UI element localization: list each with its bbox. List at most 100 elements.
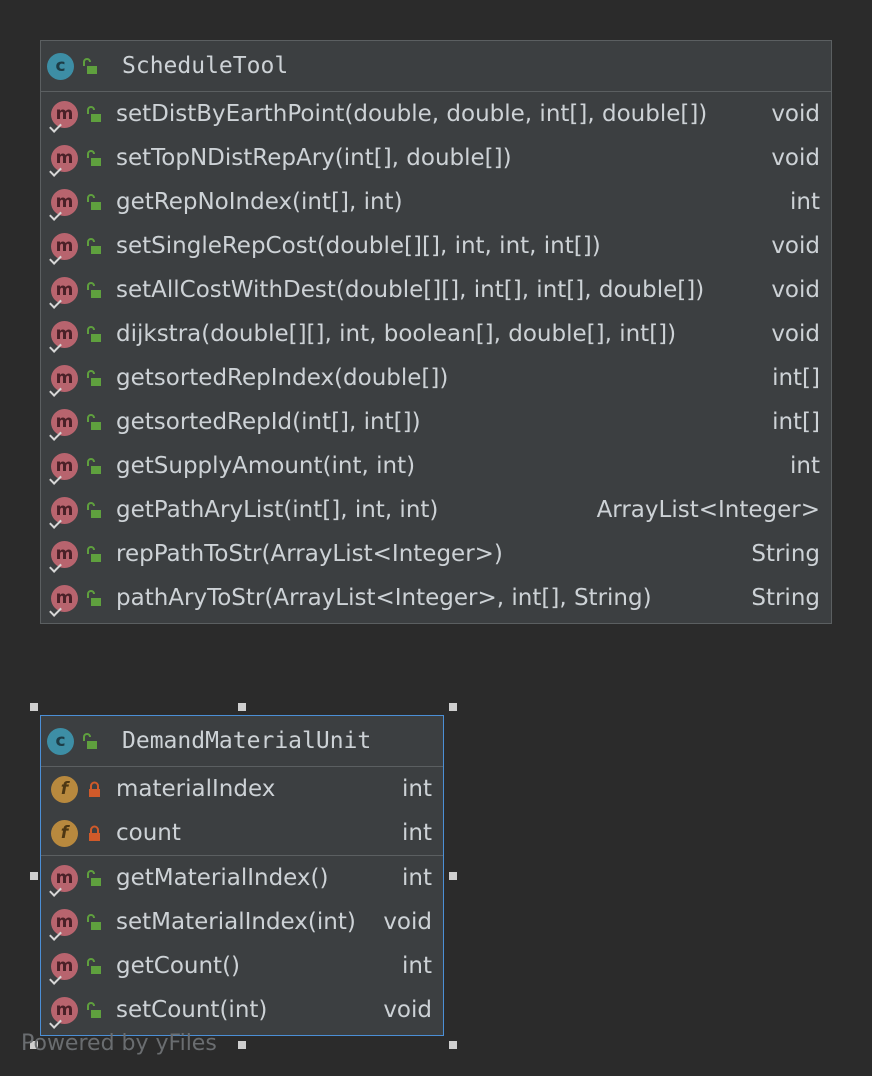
public-lock-icon — [87, 957, 102, 975]
method-icon: m — [49, 276, 78, 309]
method-row[interactable]: m setAllCostWithDest(double[][], int[], i… — [41, 268, 831, 312]
method-icon: m — [49, 320, 78, 353]
method-icon: m — [49, 864, 78, 897]
public-lock-icon — [87, 105, 102, 123]
method-name: pathAryToStr(ArrayList<Integer>, int[], … — [116, 585, 652, 611]
method-icon: m — [49, 144, 78, 177]
method-name: setMaterialIndex(int) — [116, 909, 356, 935]
field-icon: f — [51, 819, 78, 847]
class-header[interactable]: c ScheduleTool — [41, 41, 831, 92]
method-return-type: void — [383, 909, 432, 935]
method-return-type: ArrayList<Integer> — [596, 497, 820, 523]
method-return-type: int — [790, 453, 820, 479]
method-row[interactable]: m setDistByEarthPoint(double, double, int… — [41, 92, 831, 136]
method-row[interactable]: m getCount() int — [41, 944, 443, 988]
resize-handle-top-center[interactable] — [238, 703, 246, 711]
public-lock-icon — [87, 589, 102, 607]
class-icon: c — [47, 727, 74, 755]
class-title: ScheduleTool — [122, 53, 289, 79]
class-node-demand-material-unit[interactable]: c DemandMaterialUnit f materialIndex int f… — [40, 715, 444, 1036]
method-return-type: int — [790, 189, 820, 215]
method-icon: m — [49, 188, 78, 221]
field-type: int — [402, 820, 432, 846]
resize-handle-bottom-right[interactable] — [449, 1041, 457, 1049]
class-header[interactable]: c DemandMaterialUnit — [41, 716, 443, 767]
class-title: DemandMaterialUnit — [122, 728, 372, 754]
method-return-type: int — [402, 953, 432, 979]
public-lock-icon — [87, 325, 102, 343]
watermark: Powered by yFiles — [21, 1031, 217, 1056]
class-node-schedule-tool[interactable]: c ScheduleTool m setDistByEarthPoint(doub… — [40, 40, 832, 624]
method-return-type: void — [771, 277, 820, 303]
resize-handle-top-right[interactable] — [449, 703, 457, 711]
method-name: setDistByEarthPoint(double, double, int[… — [116, 101, 708, 127]
method-return-type: String — [751, 541, 820, 567]
method-name: getRepNoIndex(int[], int) — [116, 189, 403, 215]
resize-handle-bottom-center[interactable] — [238, 1041, 246, 1049]
field-row[interactable]: f materialIndex int — [41, 767, 443, 811]
public-lock-icon — [87, 545, 102, 563]
private-lock-icon — [87, 825, 102, 842]
method-row[interactable]: m getRepNoIndex(int[], int) int — [41, 180, 831, 224]
resize-handle-middle-left[interactable] — [30, 872, 38, 880]
method-icon: m — [49, 952, 78, 985]
method-row[interactable]: m pathAryToStr(ArrayList<Integer>, int[],… — [41, 576, 831, 620]
method-row[interactable]: m getMaterialIndex() int — [41, 856, 443, 900]
private-lock-icon — [87, 781, 102, 798]
method-return-type: void — [771, 101, 820, 127]
method-row[interactable]: m setSingleRepCost(double[][], int, int, … — [41, 224, 831, 268]
method-icon: m — [49, 364, 78, 397]
method-name: setTopNDistRepAry(int[], double[]) — [116, 145, 512, 171]
method-return-type: int — [402, 865, 432, 891]
method-row[interactable]: m getPathAryList(int[], int, int) ArrayLis… — [41, 488, 831, 532]
method-row[interactable]: m setCount(int) void — [41, 988, 443, 1032]
public-lock-icon — [83, 57, 98, 75]
method-row[interactable]: m getsortedRepIndex(double[]) int[] — [41, 356, 831, 400]
field-name: count — [116, 820, 181, 846]
method-name: getCount() — [116, 953, 241, 979]
method-return-type: String — [751, 585, 820, 611]
method-name: setCount(int) — [116, 997, 268, 1023]
method-return-type: void — [383, 997, 432, 1023]
public-lock-icon — [87, 413, 102, 431]
method-row[interactable]: m dijkstra(double[][], int, boolean[], do… — [41, 312, 831, 356]
method-row[interactable]: m setTopNDistRepAry(int[], double[]) void — [41, 136, 831, 180]
method-icon: m — [49, 584, 78, 617]
method-row[interactable]: m setMaterialIndex(int) void — [41, 900, 443, 944]
class-icon: c — [47, 52, 74, 80]
methods-section: m getMaterialIndex() int m setMaterialIndex… — [41, 856, 443, 1032]
public-lock-icon — [83, 732, 98, 750]
field-row[interactable]: f count int — [41, 811, 443, 855]
method-return-type: void — [771, 233, 820, 259]
method-name: getPathAryList(int[], int, int) — [116, 497, 439, 523]
public-lock-icon — [87, 237, 102, 255]
public-lock-icon — [87, 869, 102, 887]
method-return-type: void — [771, 145, 820, 171]
method-icon: m — [49, 496, 78, 529]
method-name: getsortedRepIndex(double[]) — [116, 365, 449, 391]
method-row[interactable]: m repPathToStr(ArrayList<Integer>) String — [41, 532, 831, 576]
public-lock-icon — [87, 149, 102, 167]
method-name: setAllCostWithDest(double[][], int[], in… — [116, 277, 705, 303]
method-icon: m — [49, 100, 78, 133]
public-lock-icon — [87, 281, 102, 299]
method-icon: m — [49, 408, 78, 441]
public-lock-icon — [87, 501, 102, 519]
public-lock-icon — [87, 193, 102, 211]
method-return-type: void — [771, 321, 820, 347]
method-icon: m — [49, 540, 78, 573]
method-name: repPathToStr(ArrayList<Integer>) — [116, 541, 503, 567]
method-icon: m — [49, 232, 78, 265]
method-return-type: int[] — [772, 365, 820, 391]
field-type: int — [402, 776, 432, 802]
resize-handle-top-left[interactable] — [30, 703, 38, 711]
method-row[interactable]: m getSupplyAmount(int, int) int — [41, 444, 831, 488]
method-icon: m — [49, 908, 78, 941]
method-return-type: int[] — [772, 409, 820, 435]
method-row[interactable]: m getsortedRepId(int[], int[]) int[] — [41, 400, 831, 444]
methods-section: m setDistByEarthPoint(double, double, int… — [41, 92, 831, 620]
method-icon: m — [49, 996, 78, 1029]
field-icon: f — [51, 775, 78, 803]
method-name: dijkstra(double[][], int, boolean[], dou… — [116, 321, 677, 347]
resize-handle-middle-right[interactable] — [449, 872, 457, 880]
